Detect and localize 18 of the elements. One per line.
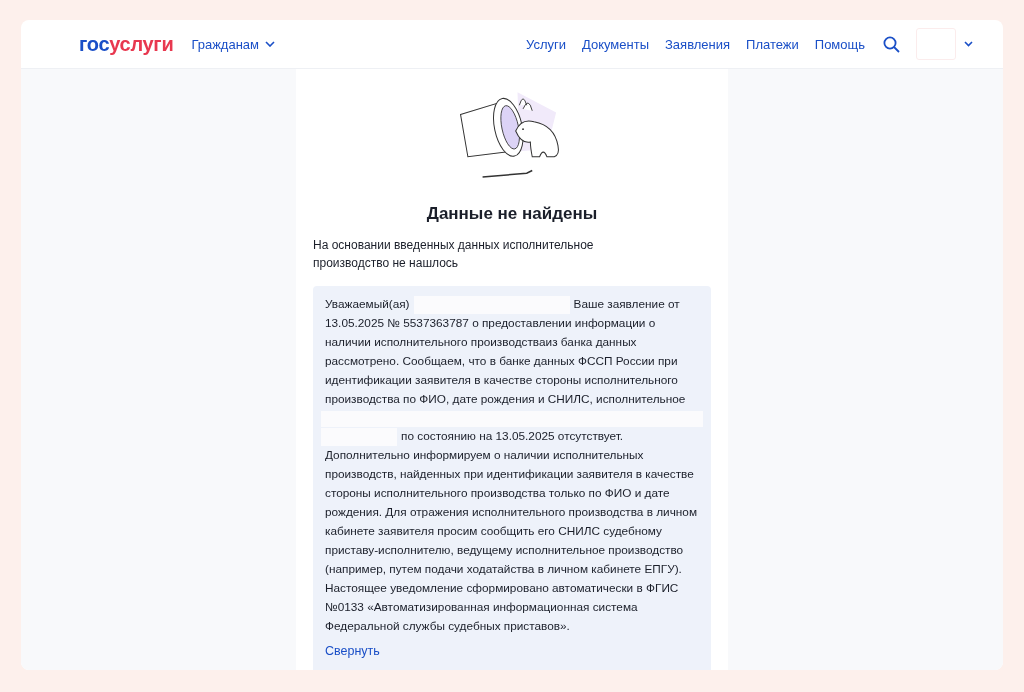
nav-link[interactable]: Платежи: [746, 36, 799, 52]
collapse-link[interactable]: Свернуть: [325, 642, 380, 661]
result-title: Данные не найдены: [425, 204, 599, 224]
nav-link[interactable]: Помощь: [814, 36, 865, 52]
citizens-menu[interactable]: Гражданам: [191, 36, 276, 52]
message-text: 13.05.2025 № 5537363787 о предоставлении информации о наличии исполнительного производстваиз банка данных рассмотрено. Сообщаем, что в банке данных ФССП России при идентификации заявителя в качестве стороны исполнительного производства по ФИО, дате рождения и СНИЛС, исполнительное: [325, 315, 687, 408]
result-description: На основании введенных данных исполнительное производство не нашлось: [313, 237, 595, 272]
nav-link[interactable]: Заявления: [665, 36, 731, 52]
search-icon[interactable]: [883, 35, 900, 53]
message-text: Дополнительно информируем о наличии исполнительных производств, найденных при идентификации заявителя в качестве стороны исполнительного производства только по ФИО и дате рождения. Для отражения исполнительного производства в личном кабинете заявителя просим сообщить его СНИЛС судебному приставу-исполнителю, ведущему исполнительное производство (например, путем подачи ходатайства в личном кабинете ЕПГУ). Настоящее уведомление сформировано автоматически в ФГИС №0133 «Автоматизированная информационная система Федеральной службы судебных приставов».: [325, 447, 698, 635]
logo[interactable]: госуслуги: [79, 32, 174, 56]
message-text: Ваше заявление от: [573, 297, 680, 311]
nav-link[interactable]: Документы: [582, 36, 649, 52]
message-text: по состоянию на 13.05.2025 отсутствует.: [401, 429, 624, 443]
nav-link[interactable]: Услуги: [526, 36, 566, 52]
chevron-icon: [265, 41, 276, 47]
message-text: Уважаемый(ая): [325, 297, 410, 311]
chevron-icon: [964, 41, 973, 47]
